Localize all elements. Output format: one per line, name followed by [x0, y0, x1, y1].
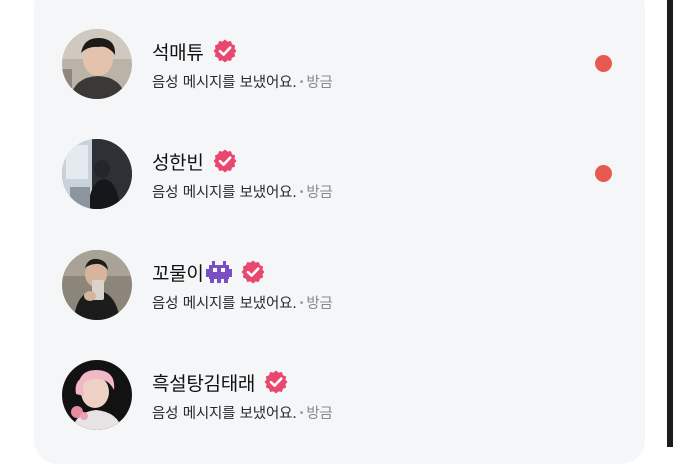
message-text: 음성 메시지를 보냈어요.: [152, 406, 297, 422]
verified-badge-icon: [240, 259, 266, 285]
chat-list-item[interactable]: 흑설탕김태래 음성 메시지를 보냈어요. • 방금: [62, 360, 622, 430]
timestamp: 방금: [306, 75, 333, 91]
timestamp: 방금: [306, 185, 333, 201]
profile-photo-icon[interactable]: [62, 360, 132, 430]
profile-photo-icon[interactable]: [62, 139, 132, 209]
unread-indicator: [595, 55, 612, 72]
timestamp: 방금: [306, 406, 333, 422]
chat-list-item[interactable]: 석매튜 음성 메시지를 보냈어요. • 방금: [62, 29, 622, 99]
contact-name: 성한빈: [152, 151, 204, 174]
name-line: 석매튜: [152, 38, 238, 64]
chat-list-item[interactable]: 꼬물이 음성 메시지를 보냈어요. • 방금: [62, 250, 622, 320]
separator: •: [298, 77, 305, 88]
message-text: 음성 메시지를 보냈어요.: [152, 296, 297, 312]
message-text: 음성 메시지를 보냈어요.: [152, 185, 297, 201]
alien-monster-emoji-icon: [205, 261, 232, 283]
name-line: 성한빈: [152, 148, 238, 174]
message-text: 음성 메시지를 보냈어요.: [152, 75, 297, 91]
name-line: 꼬물이: [152, 259, 266, 285]
verified-badge-icon: [212, 38, 238, 64]
name-line: 흑설탕김태래: [152, 369, 289, 395]
verified-badge-icon: [263, 369, 289, 395]
message-preview: 음성 메시지를 보냈어요. • 방금: [152, 181, 333, 202]
scrollbar[interactable]: [667, 0, 673, 447]
separator: •: [298, 408, 305, 419]
unread-indicator: [595, 165, 612, 182]
contact-name: 석매튜: [152, 41, 204, 64]
separator: •: [298, 298, 305, 309]
profile-photo-icon[interactable]: [62, 29, 132, 99]
message-preview: 음성 메시지를 보냈어요. • 방금: [152, 402, 333, 423]
verified-badge-icon: [212, 148, 238, 174]
message-preview: 음성 메시지를 보냈어요. • 방금: [152, 71, 333, 92]
profile-photo-icon[interactable]: [62, 250, 132, 320]
separator: •: [298, 187, 305, 198]
chat-list-item[interactable]: 성한빈 음성 메시지를 보냈어요. • 방금: [62, 139, 622, 209]
contact-name: 흑설탕김태래: [152, 372, 256, 395]
contact-name: 꼬물이: [152, 262, 204, 285]
timestamp: 방금: [306, 296, 333, 312]
message-preview: 음성 메시지를 보냈어요. • 방금: [152, 292, 333, 313]
